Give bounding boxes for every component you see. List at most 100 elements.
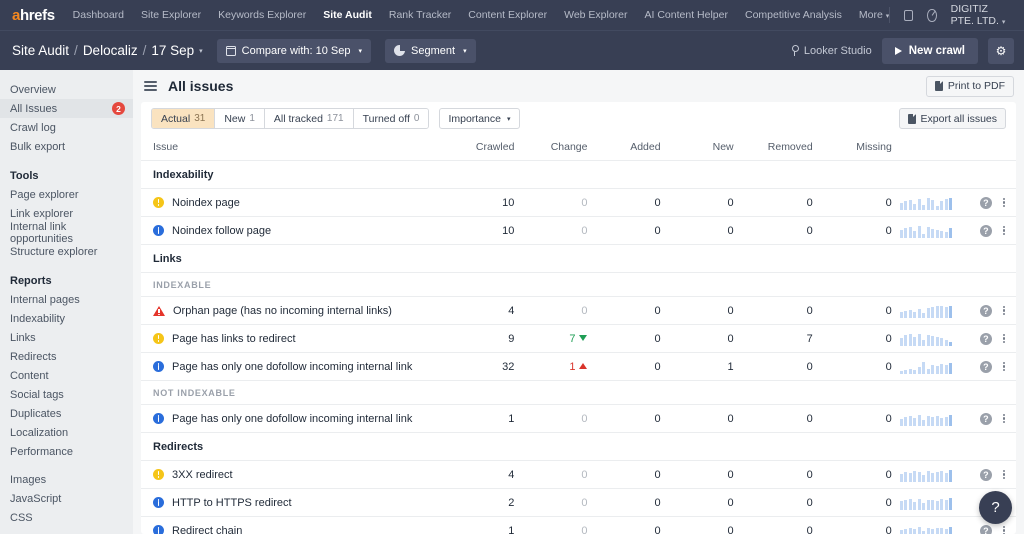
kebab-menu-icon[interactable] (992, 333, 1016, 344)
table-row[interactable]: Redirect chain 1 0 0 0 0 0? (141, 516, 1016, 534)
nav-link-competitive-analysis[interactable]: Competitive Analysis (745, 9, 842, 21)
sidebar-item-crawl-log[interactable]: Crawl log (0, 118, 133, 137)
compare-with-button[interactable]: Compare with: 10 Sep ▾ (216, 38, 372, 63)
nav-link-content-explorer[interactable]: Content Explorer (468, 9, 547, 21)
column-header-new[interactable]: New (660, 135, 734, 161)
filter-tab-turned-off[interactable]: Turned off 0 (353, 109, 429, 128)
segment-button[interactable]: Segment ▾ (385, 38, 476, 63)
help-icon[interactable]: ? (979, 412, 992, 425)
nav-link-site-explorer[interactable]: Site Explorer (141, 9, 201, 21)
sidebar-item-redirects[interactable]: Redirects (0, 347, 133, 366)
table-row[interactable]: 3XX redirect 4 0 0 0 0 0? (141, 460, 1016, 489)
help-icon[interactable]: ? (979, 524, 992, 534)
sparkline-bar (940, 498, 944, 510)
sidebar-item-links[interactable]: Links (0, 328, 133, 347)
sidebar-item-internal-link-opportunities[interactable]: Internal link opportunities (0, 221, 133, 245)
nav-link-site-audit[interactable]: Site Audit (323, 9, 372, 21)
sidebar-item-duplicates[interactable]: Duplicates (0, 404, 133, 423)
column-header-change[interactable]: Change (514, 135, 588, 161)
help-fab-button[interactable]: ? (979, 491, 1012, 524)
monitor-icon[interactable] (903, 9, 914, 21)
filter-tab-actual[interactable]: Actual 31 (152, 109, 216, 128)
column-header-missing[interactable]: Missing (812, 135, 892, 161)
issue-label[interactable]: Orphan page (has no incoming internal li… (173, 305, 392, 317)
table-row[interactable]: Noindex follow page 10 0 0 0 0 0? (141, 216, 1016, 245)
export-all-issues-button[interactable]: Export all issues (898, 108, 1006, 129)
kebab-menu-icon[interactable] (992, 413, 1016, 424)
issue-label[interactable]: 3XX redirect (172, 469, 233, 481)
sidebar-item-social-tags[interactable]: Social tags (0, 385, 133, 404)
ahrefs-logo[interactable]: ahrefs (12, 7, 55, 24)
kebab-menu-icon[interactable] (992, 361, 1016, 372)
nav-link-web-explorer[interactable]: Web Explorer (564, 9, 627, 21)
cell-help: ? (963, 188, 992, 217)
column-header-added[interactable]: Added (587, 135, 661, 161)
kebab-menu-icon[interactable] (992, 225, 1016, 236)
new-crawl-button[interactable]: New crawl (881, 37, 978, 64)
sidebar-item-javascript[interactable]: JavaScript (0, 489, 133, 508)
table-row[interactable]: HTTP to HTTPS redirect200000? (141, 488, 1016, 517)
sidebar-item-performance[interactable]: Performance (0, 442, 133, 461)
issue-label[interactable]: Page has links to redirect (172, 333, 296, 345)
kebab-menu-icon[interactable] (992, 197, 1016, 208)
cell-missing: 0 (812, 188, 892, 217)
kebab-menu-icon[interactable] (992, 469, 1016, 480)
kebab-menu-icon[interactable] (992, 305, 1016, 316)
table-row[interactable]: Page has only one dofollow incoming inte… (141, 404, 1016, 433)
table-row[interactable]: Page has links to redirect 9 7 0 0 7 0? (141, 324, 1016, 353)
sidebar-item-bulk-export[interactable]: Bulk export (0, 137, 133, 156)
issue-label[interactable]: Noindex follow page (172, 225, 271, 237)
settings-button[interactable]: ⚙ (988, 37, 1014, 64)
sparkline-chart (892, 524, 964, 534)
hamburger-icon[interactable] (144, 81, 157, 91)
sidebar-item-images[interactable]: Images (0, 470, 133, 489)
help-icon[interactable]: ? (979, 468, 992, 481)
breadcrumb-site-audit[interactable]: Site Audit (12, 43, 69, 58)
table-row[interactable]: Noindex page 10 0 0 0 0 0? (141, 188, 1016, 217)
help-icon[interactable]: ? (979, 224, 992, 237)
filter-tab-new[interactable]: New 1 (215, 109, 265, 128)
sidebar-item-css[interactable]: CSS (0, 508, 133, 527)
sidebar-item-page-explorer[interactable]: Page explorer (0, 185, 133, 204)
clock-icon[interactable] (927, 8, 937, 22)
print-to-pdf-button[interactable]: Print to PDF (925, 75, 1014, 97)
help-icon[interactable]: ? (979, 196, 992, 209)
nav-link-more[interactable]: More ▾ (859, 9, 889, 21)
sidebar-item-localization[interactable]: Localization (0, 423, 133, 442)
help-icon[interactable]: ? (979, 332, 992, 345)
date-chevron-down-icon[interactable]: ▾ (199, 47, 203, 55)
sidebar-item-all-issues[interactable]: All Issues 2 (0, 99, 133, 118)
importance-filter[interactable]: Importance ▾ (439, 108, 520, 129)
help-icon[interactable]: ? (979, 304, 992, 317)
column-header-removed[interactable]: Removed (733, 135, 813, 161)
nav-link-rank-tracker[interactable]: Rank Tracker (389, 9, 451, 21)
issue-label[interactable]: Page has only one dofollow incoming inte… (172, 413, 412, 425)
column-header-crawled[interactable]: Crawled (441, 135, 515, 161)
nav-link-dashboard[interactable]: Dashboard (73, 9, 124, 21)
column-header-issue[interactable]: Issue (141, 135, 442, 161)
breadcrumb-date[interactable]: 17 Sep (151, 43, 194, 58)
issue-label[interactable]: Page has only one dofollow incoming inte… (172, 361, 412, 373)
breadcrumb-project[interactable]: Delocaliz (83, 43, 138, 58)
export-all-issues-label: Export all issues (920, 112, 997, 125)
nav-link-ai-content-helper[interactable]: AI Content Helper (645, 9, 728, 21)
organization-selector[interactable]: DIGITIZ PTE. LTD. ▾ (951, 3, 1014, 27)
table-row[interactable]: Page has only one dofollow incoming inte… (141, 352, 1016, 381)
sidebar-item-label: Localization (10, 426, 69, 439)
looker-studio-button[interactable]: Looker Studio (790, 45, 872, 57)
sidebar-item-content[interactable]: Content (0, 366, 133, 385)
table-row[interactable]: Orphan page (has no incoming internal li… (141, 296, 1016, 325)
sidebar-item-internal-pages[interactable]: Internal pages (0, 290, 133, 309)
help-icon[interactable]: ? (979, 360, 992, 373)
filter-tab-all-tracked[interactable]: All tracked 171 (264, 109, 354, 128)
issue-label[interactable]: Redirect chain (172, 525, 242, 534)
nav-link-keywords-explorer[interactable]: Keywords Explorer (218, 9, 306, 21)
kebab-menu-icon[interactable] (992, 525, 1016, 534)
sidebar-item-indexability[interactable]: Indexability (0, 309, 133, 328)
sidebar-item-structure-explorer[interactable]: Structure explorer (0, 242, 133, 261)
sidebar-item-overview[interactable]: Overview (0, 80, 133, 99)
cell-help: ? (963, 460, 992, 489)
issue-label[interactable]: HTTP to HTTPS redirect (172, 497, 292, 509)
issue-label[interactable]: Noindex page (172, 197, 240, 209)
